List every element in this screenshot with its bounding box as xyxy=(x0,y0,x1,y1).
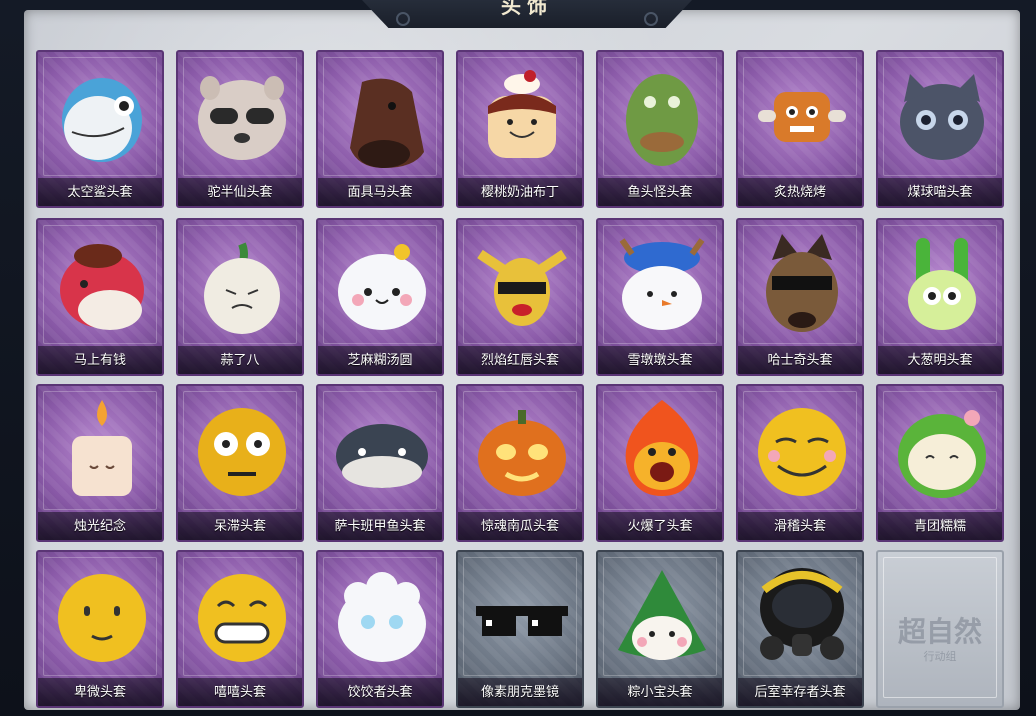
pumpkin-lantern-icon xyxy=(478,410,566,496)
item-card[interactable]: 青团糯糯 xyxy=(876,384,1004,542)
item-name-label: 炙热烧烤 xyxy=(738,178,862,206)
red-horse-head-icon xyxy=(60,244,144,330)
item-name-label: 萨卡班甲鱼头套 xyxy=(318,512,442,540)
item-name-label: 粽小宝头套 xyxy=(598,678,722,706)
smirk-emoji-icon xyxy=(758,408,846,496)
item-name-label: 嘻嘻头套 xyxy=(178,678,302,706)
horse-mask-icon xyxy=(350,78,424,168)
item-card[interactable]: 樱桃奶油布丁 xyxy=(456,50,584,208)
item-card[interactable]: 滑稽头套 xyxy=(736,384,864,542)
item-card[interactable]: 嘻嘻头套 xyxy=(176,550,304,708)
item-name-label: 雪墩墩头套 xyxy=(598,346,722,374)
item-card[interactable]: 炙热烧烤 xyxy=(736,50,864,208)
yellow-mouse-sunglasses-icon xyxy=(477,249,567,326)
dumpling-cloud-icon xyxy=(338,572,426,662)
item-name-label: 樱桃奶油布丁 xyxy=(458,178,582,206)
item-card[interactable]: 萨卡班甲鱼头套 xyxy=(316,384,444,542)
item-name-label: 火爆了头套 xyxy=(598,512,722,540)
ornament-icon xyxy=(644,12,658,26)
item-name-label: 煤球喵头套 xyxy=(878,178,1002,206)
item-name-label: 芝麻糊汤圆 xyxy=(318,346,442,374)
watermark-logo: 超自然 xyxy=(897,615,982,648)
item-name-label: 哈士奇头套 xyxy=(738,346,862,374)
grey-cat-head-icon xyxy=(900,74,984,160)
item-name-label: 惊魂南瓜头套 xyxy=(458,512,582,540)
item-name-label: 饺饺者头套 xyxy=(318,678,442,706)
item-card[interactable]: 后室幸存者头套 xyxy=(736,550,864,708)
green-onion-icon xyxy=(908,238,976,330)
item-card[interactable]: 煤球喵头套 xyxy=(876,50,1004,208)
item-name-label: 驼半仙头套 xyxy=(178,178,302,206)
item-card[interactable]: 烛光纪念 xyxy=(36,384,164,542)
item-name-label: 呆滞头套 xyxy=(178,512,302,540)
dazed-emoji-icon xyxy=(198,408,286,496)
item-name-label: 烛光纪念 xyxy=(38,512,162,540)
fish-head-icon xyxy=(626,74,698,166)
garlic-head-icon xyxy=(204,242,280,334)
grilled-meat-icon xyxy=(758,92,846,142)
grin-emoji-icon xyxy=(198,574,286,662)
item-card[interactable]: 蒜了八 xyxy=(176,218,304,376)
item-card[interactable]: 呆滞头套 xyxy=(176,384,304,542)
title-plaque: 头饰 xyxy=(362,0,692,28)
page-title: 头饰 xyxy=(501,0,553,18)
green-dumpling-icon xyxy=(898,410,986,498)
item-card[interactable]: 大葱明头套 xyxy=(876,218,1004,376)
candle-icon xyxy=(72,400,132,496)
item-card[interactable]: 超自然 行动组 xyxy=(876,550,1004,708)
item-card[interactable]: 饺饺者头套 xyxy=(316,550,444,708)
item-card[interactable]: 面具马头套 xyxy=(316,50,444,208)
cherry-pudding-icon xyxy=(488,70,556,158)
item-name-label: 蒜了八 xyxy=(178,346,302,374)
item-card[interactable]: 太空鲨头套 xyxy=(36,50,164,208)
fossil-fish-icon xyxy=(336,424,428,488)
rice-ball-icon xyxy=(338,244,426,330)
snowman-reindeer-icon xyxy=(619,238,705,330)
item-card[interactable]: 卑微头套 xyxy=(36,550,164,708)
shark-head-icon xyxy=(62,78,142,162)
watermark-sub: 行动组 xyxy=(923,651,957,663)
husky-sunglasses-icon xyxy=(766,234,838,332)
item-card[interactable]: 马上有钱 xyxy=(36,218,164,376)
item-name-label: 大葱明头套 xyxy=(878,346,1002,374)
item-name-label: 滑稽头套 xyxy=(738,512,862,540)
item-name-label: 后室幸存者头套 xyxy=(738,678,862,706)
item-card[interactable]: 芝麻糊汤圆 xyxy=(316,218,444,376)
item-card[interactable]: 惊魂南瓜头套 xyxy=(456,384,584,542)
item-card[interactable]: 鱼头怪头套 xyxy=(596,50,724,208)
item-name-label: 马上有钱 xyxy=(38,346,162,374)
item-card[interactable]: 雪墩墩头套 xyxy=(596,218,724,376)
item-name-label: 卑微头套 xyxy=(38,678,162,706)
zongzi-head-icon xyxy=(618,570,706,660)
item-card[interactable]: 烈焰红唇头套 xyxy=(456,218,584,376)
item-card[interactable]: 哈士奇头套 xyxy=(736,218,864,376)
alpaca-sunglasses-head-icon xyxy=(198,76,286,160)
item-card[interactable]: 驼半仙头套 xyxy=(176,50,304,208)
fire-spirit-icon xyxy=(625,400,699,496)
item-card[interactable]: 粽小宝头套 xyxy=(596,550,724,708)
pixel-sunglasses-icon xyxy=(476,606,568,636)
item-name-label: 像素朋克墨镜 xyxy=(458,678,582,706)
item-name-label: 太空鲨头套 xyxy=(38,178,162,206)
item-name-label: 鱼头怪头套 xyxy=(598,178,722,206)
item-name-label: 烈焰红唇头套 xyxy=(458,346,582,374)
item-card[interactable]: 火爆了头套 xyxy=(596,384,724,542)
game-screen: 头饰 太空鲨头套 驼半仙头套 面具马头套 樱桃奶油布丁 鱼头怪头套 炙热烧烤 煤球喵头套马上… xyxy=(0,0,1036,716)
item-grid: 太空鲨头套 驼半仙头套 面具马头套 樱桃奶油布丁 鱼头怪头套 炙热烧烤 煤球喵头套马上有钱蒜… xyxy=(36,50,1010,710)
humble-emoji-icon xyxy=(58,574,146,662)
ornament-icon xyxy=(396,12,410,26)
gas-mask-helmet-icon xyxy=(760,568,844,660)
item-name-label: 青团糯糯 xyxy=(878,512,1002,540)
item-name-label: 面具马头套 xyxy=(318,178,442,206)
item-card[interactable]: 像素朋克墨镜 xyxy=(456,550,584,708)
